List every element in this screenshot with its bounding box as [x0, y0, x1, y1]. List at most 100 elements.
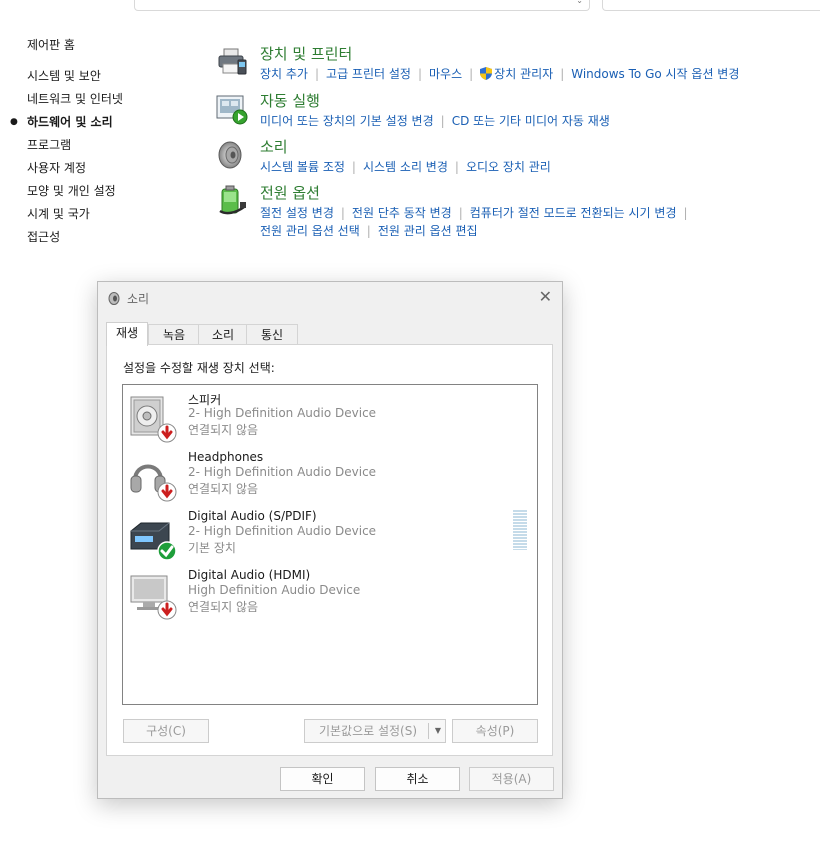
link-add-device[interactable]: 장치 추가 — [260, 67, 308, 81]
link-edit-power-plan[interactable]: 전원 관리 옵션 편집 — [378, 224, 478, 238]
device-subtitle: 2- High Definition Audio Device — [188, 465, 377, 479]
disconnected-icon — [157, 482, 177, 502]
device-subtitle: High Definition Audio Device — [188, 583, 361, 597]
device-status: 연결되지 않음 — [188, 600, 259, 614]
device-list[interactable]: 스피커 2- High Definition Audio Device 연결되지… — [122, 384, 538, 705]
list-item[interactable]: Headphones 2- High Definition Audio Devi… — [129, 450, 529, 508]
category-links: 장치 추가 | 고급 프린터 설정 | 마우스 | 장치 관리자 | Windows To Go… — [260, 65, 739, 83]
set-default-button[interactable]: 기본값으로 설정(S) ▼ — [304, 719, 446, 743]
disconnected-icon — [157, 423, 177, 443]
link-windows-to-go[interactable]: Windows To Go 시작 옵션 변경 — [571, 67, 739, 81]
tab-communications[interactable]: 통신 — [246, 324, 298, 345]
dialog-title: 소리 — [127, 292, 150, 306]
link-sleep-timing[interactable]: 컴퓨터가 절전 모드로 전환되는 시기 변경 — [470, 206, 677, 220]
tab-panel: 설정을 수정할 재생 장치 선택: 스피커 2- High Definition… — [106, 344, 553, 756]
sidebar-item-hardware-sound[interactable]: ● 하드웨어 및 소리 — [10, 111, 123, 134]
category-links: 절전 설정 변경 | 전원 단추 동작 변경 | 컴퓨터가 절전 모드로 전환되는 시기… — [260, 204, 695, 240]
device-name: Headphones — [188, 450, 264, 464]
spdif-device-icon — [130, 522, 177, 561]
cancel-button[interactable]: 취소 — [375, 767, 460, 791]
uac-shield-icon — [480, 67, 493, 80]
sidebar-item-appearance[interactable]: 모양 및 개인 설정 — [27, 180, 123, 203]
device-status: 기본 장치 — [188, 541, 236, 555]
link-mouse[interactable]: 마우스 — [429, 67, 462, 81]
address-bar[interactable]: ⌄ — [134, 0, 590, 11]
separator: | — [340, 206, 345, 220]
device-subtitle: 2- High Definition Audio Device — [188, 524, 377, 538]
chevron-down-icon[interactable]: ⌄ — [576, 0, 583, 5]
sidebar-item-control-panel-home[interactable]: 제어판 홈 — [27, 34, 123, 57]
sidebar-item-user-accounts[interactable]: 사용자 계정 — [27, 157, 123, 180]
category-title[interactable]: 소리 — [260, 136, 288, 157]
sound-dialog: 소리 ✕ 재생 녹음 소리 통신 설정을 수정할 재생 장치 선택: 스피커 2… — [97, 281, 563, 799]
device-status: 연결되지 않음 — [188, 423, 259, 437]
ok-button[interactable]: 확인 — [280, 767, 365, 791]
link-device-manager[interactable]: 장치 관리자 — [494, 67, 553, 81]
separator: | — [683, 206, 688, 220]
category-links: 미디어 또는 장치의 기본 설정 변경 | CD 또는 기타 미디어 자동 재생 — [260, 112, 610, 130]
split-divider — [428, 723, 429, 739]
search-box[interactable] — [602, 0, 820, 11]
link-adjust-volume[interactable]: 시스템 볼륨 조정 — [260, 160, 345, 174]
category-title[interactable]: 자동 실행 — [260, 90, 320, 111]
sidebar-item-system-security[interactable]: 시스템 및 보안 — [27, 65, 123, 88]
sidebar-item-network[interactable]: 네트워크 및 인터넷 — [27, 88, 123, 111]
set-default-label: 기본값으로 설정(S) — [318, 724, 418, 738]
sidebar-item-label: 하드웨어 및 소리 — [27, 115, 113, 129]
separator: | — [440, 114, 445, 128]
power-icon — [219, 185, 246, 215]
category-links: 시스템 볼륨 조정 | 시스템 소리 변경 | 오디오 장치 관리 — [260, 158, 551, 176]
sidebar: 제어판 홈 시스템 및 보안 네트워크 및 인터넷 ● 하드웨어 및 소리 프로그… — [10, 34, 123, 249]
device-name: Digital Audio (HDMI) — [188, 568, 311, 582]
dialog-titlebar[interactable]: 소리 — [108, 290, 149, 306]
configure-button[interactable]: 구성(C) — [123, 719, 209, 743]
disconnected-icon — [157, 600, 177, 620]
sidebar-item-clock-region[interactable]: 시계 및 국가 — [27, 203, 123, 226]
link-cd-autoplay[interactable]: CD 또는 기타 미디어 자동 재생 — [452, 114, 610, 128]
separator: | — [366, 224, 371, 238]
tab-playback[interactable]: 재생 — [106, 322, 148, 346]
separator: | — [351, 160, 356, 174]
category-title[interactable]: 장치 및 프린터 — [260, 43, 352, 64]
list-item[interactable]: 스피커 2- High Definition Audio Device 연결되지… — [129, 391, 529, 449]
link-change-system-sounds[interactable]: 시스템 소리 변경 — [363, 160, 448, 174]
tab-recording[interactable]: 녹음 — [148, 324, 200, 345]
link-choose-power-plan[interactable]: 전원 관리 옵션 선택 — [260, 224, 360, 238]
properties-button[interactable]: 속성(P) — [452, 719, 538, 743]
speaker-icon — [108, 292, 120, 305]
sidebar-item-accessibility[interactable]: 접근성 — [27, 226, 123, 249]
headphones-device-icon — [130, 464, 177, 502]
link-media-default-settings[interactable]: 미디어 또는 장치의 기본 설정 변경 — [260, 114, 434, 128]
monitor-device-icon — [130, 575, 177, 620]
apply-button[interactable]: 적용(A) — [469, 767, 554, 791]
instruction-text: 설정을 수정할 재생 장치 선택: — [123, 361, 275, 375]
device-subtitle: 2- High Definition Audio Device — [188, 406, 377, 420]
category-title[interactable]: 전원 옵션 — [260, 182, 320, 203]
separator: | — [458, 206, 463, 220]
separator: | — [417, 67, 422, 81]
top-bar: ⌄ — [0, 0, 820, 14]
separator: | — [314, 67, 320, 81]
default-check-icon — [157, 541, 177, 561]
tab-sounds[interactable]: 소리 — [198, 324, 248, 345]
speaker-icon — [218, 141, 242, 169]
link-manage-audio-devices[interactable]: 오디오 장치 관리 — [466, 160, 551, 174]
autoplay-icon — [216, 95, 248, 125]
volume-level-meter — [513, 510, 527, 550]
printer-icon — [218, 48, 247, 75]
close-icon[interactable]: ✕ — [539, 287, 552, 306]
separator: | — [454, 160, 459, 174]
link-power-button-action[interactable]: 전원 단추 동작 변경 — [352, 206, 452, 220]
link-change-sleep-settings[interactable]: 절전 설정 변경 — [260, 206, 334, 220]
link-advanced-printer-settings[interactable]: 고급 프린터 설정 — [326, 67, 411, 81]
speaker-device-icon — [130, 396, 177, 443]
sidebar-item-programs[interactable]: 프로그램 — [27, 134, 123, 157]
device-status: 연결되지 않음 — [188, 482, 259, 496]
list-item[interactable]: Digital Audio (S/PDIF) 2- High Definitio… — [129, 509, 529, 567]
chevron-down-icon[interactable]: ▼ — [435, 720, 441, 742]
device-name: Digital Audio (S/PDIF) — [188, 509, 317, 523]
separator: | — [469, 67, 474, 81]
list-item[interactable]: Digital Audio (HDMI) High Definition Aud… — [129, 568, 529, 626]
separator: | — [560, 67, 565, 81]
active-dot-icon: ● — [10, 117, 18, 127]
